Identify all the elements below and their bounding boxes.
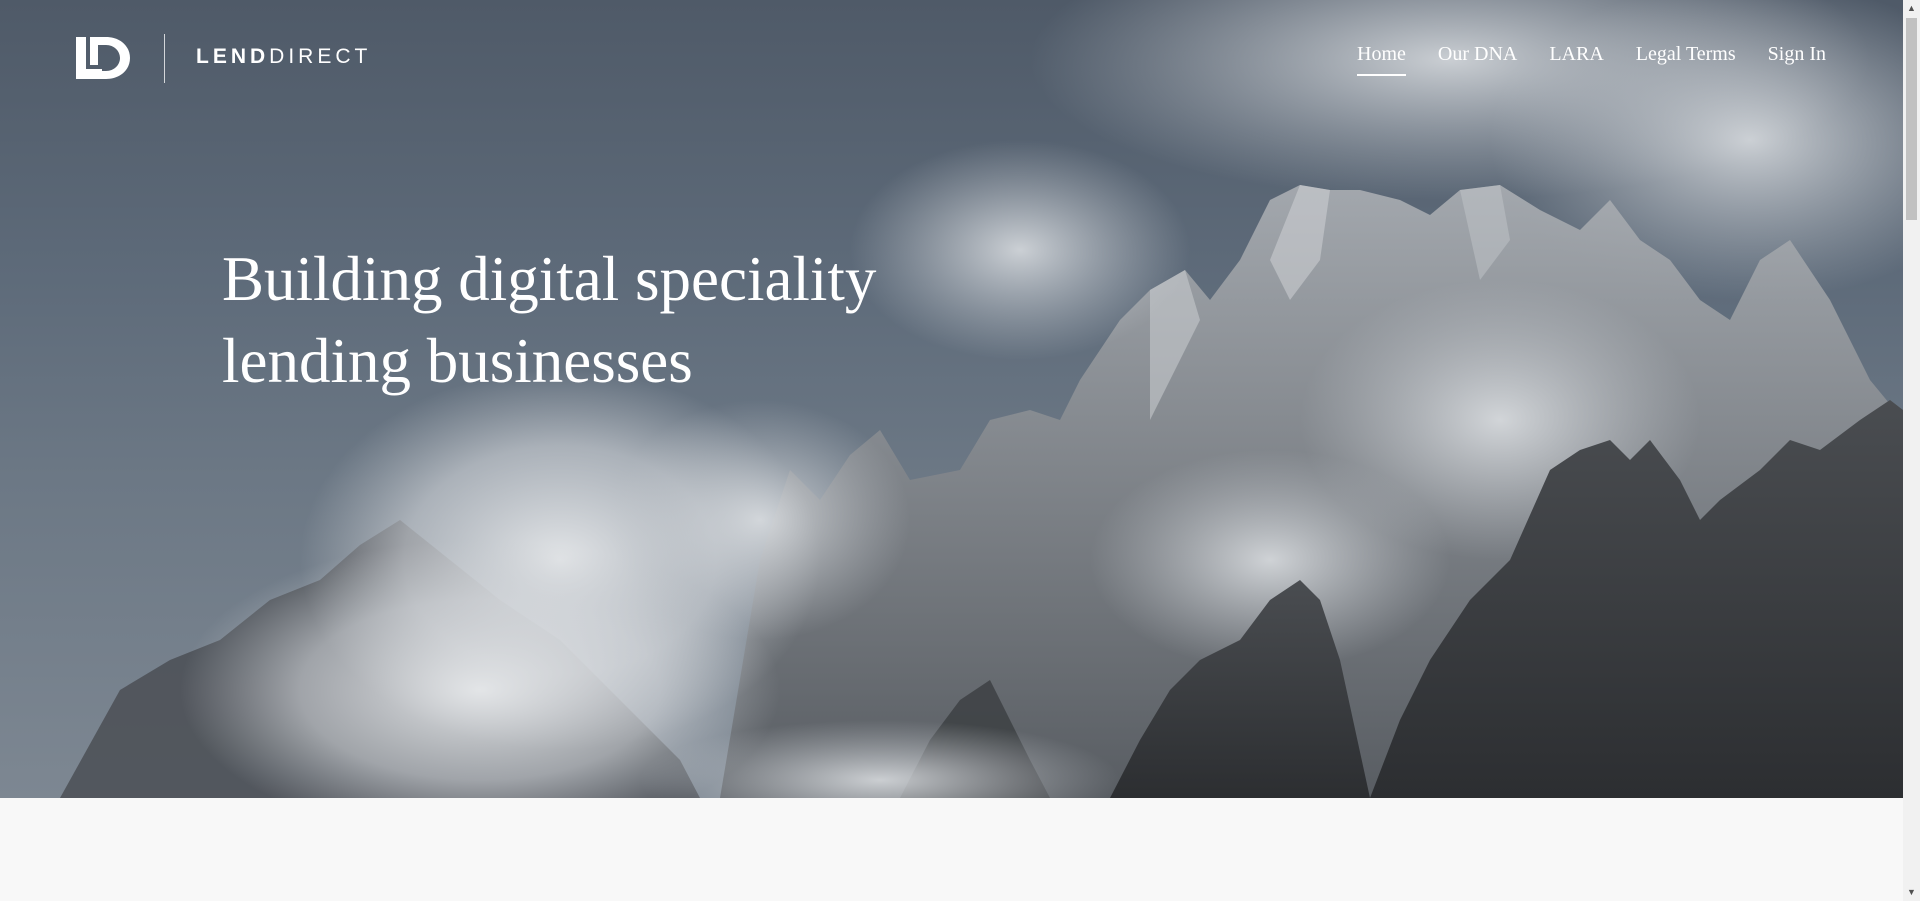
main-nav: Home Our DNA LARA Legal Terms Sign In: [1357, 43, 1826, 76]
nav-legal-terms[interactable]: Legal Terms: [1636, 43, 1736, 76]
nav-lara[interactable]: LARA: [1549, 43, 1603, 76]
hero-headline: Building digital speciality lending busi…: [222, 238, 982, 402]
hero-section: LENDDIRECT Home Our DNA LARA Legal Terms…: [0, 0, 1903, 798]
brand-name-light: DIRECT: [269, 45, 372, 68]
brand-name-strong: LEND: [196, 45, 270, 68]
nav-home[interactable]: Home: [1357, 43, 1406, 76]
lenddirect-logo-icon[interactable]: [76, 37, 130, 79]
chevron-up-icon[interactable]: ▲: [1903, 0, 1920, 17]
scrollbar-thumb[interactable]: [1906, 18, 1917, 220]
vertical-scrollbar[interactable]: ▲ ▼: [1903, 0, 1920, 901]
nav-our-dna[interactable]: Our DNA: [1438, 43, 1517, 76]
content-section: [0, 798, 1903, 901]
brand-wordmark[interactable]: LENDDIRECT: [196, 45, 371, 69]
site-header: LENDDIRECT Home Our DNA LARA Legal Terms…: [0, 0, 1903, 112]
hero-headline-line-1: Building digital speciality: [222, 244, 877, 314]
logo-divider: [164, 34, 165, 83]
page: LENDDIRECT Home Our DNA LARA Legal Terms…: [0, 0, 1920, 901]
chevron-down-icon[interactable]: ▼: [1903, 884, 1920, 901]
hero-headline-line-2: lending businesses: [222, 326, 693, 396]
nav-sign-in[interactable]: Sign In: [1768, 43, 1826, 76]
